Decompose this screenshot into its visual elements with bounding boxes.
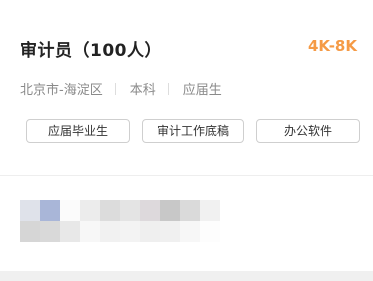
section-divider	[0, 175, 373, 176]
job-education: 本科	[129, 83, 156, 98]
job-location: 北京市-海淀区	[20, 83, 103, 98]
job-meta: 北京市-海淀区 本科 应届生	[20, 79, 222, 98]
skill-tag[interactable]: 应届毕业生	[26, 119, 130, 143]
job-salary: 4K-8K	[307, 37, 357, 55]
skill-tags: 应届毕业生 审计工作底稿 办公软件	[26, 119, 360, 143]
blurred-company-info	[20, 200, 220, 242]
meta-separator	[167, 82, 169, 95]
job-title[interactable]: 审计员（100人）	[20, 36, 162, 61]
skill-tag[interactable]: 审计工作底稿	[142, 119, 244, 143]
job-experience: 应届生	[182, 83, 222, 98]
job-card[interactable]: 审计员（100人） 4K-8K 北京市-海淀区 本科 应届生 应届毕业生 审计工…	[0, 0, 373, 271]
skill-tag[interactable]: 办公软件	[256, 119, 360, 143]
meta-separator	[114, 82, 116, 95]
